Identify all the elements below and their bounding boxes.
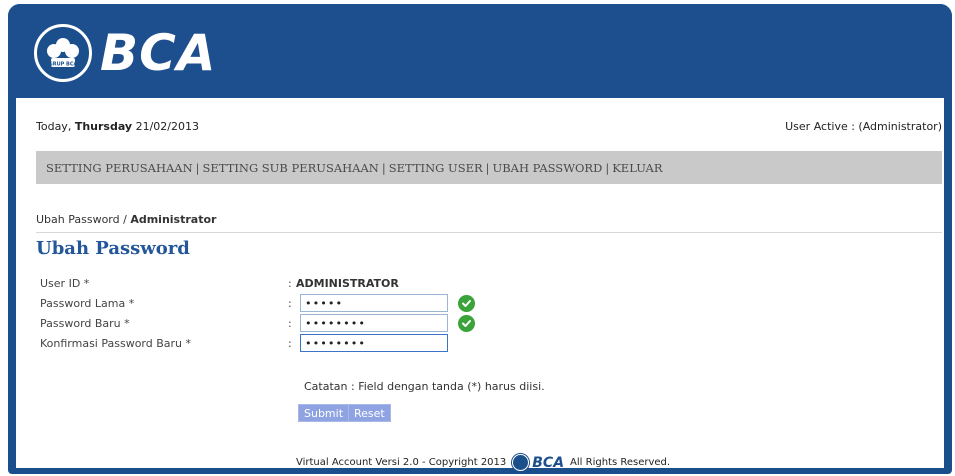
colon: : bbox=[288, 337, 292, 350]
menu-setting-user[interactable]: SETTING USER bbox=[389, 161, 483, 175]
bca-logo: GRUP BCA BCA bbox=[34, 24, 217, 82]
page-title: Ubah Password bbox=[36, 238, 190, 259]
breadcrumb-parent: Ubah Password / bbox=[36, 213, 127, 226]
new-password-label: Password Baru * bbox=[40, 317, 130, 330]
footer-logo-text: BCA bbox=[532, 454, 565, 471]
user-active: User Active : (Administrator) bbox=[785, 120, 942, 133]
menu-separator: | bbox=[605, 161, 610, 175]
header: GRUP BCA BCA bbox=[8, 4, 952, 98]
colon: : bbox=[288, 297, 292, 310]
date-day: Thursday bbox=[74, 120, 133, 133]
menu-separator: | bbox=[485, 161, 490, 175]
bca-emblem-icon bbox=[512, 454, 530, 471]
colon: : bbox=[288, 317, 292, 330]
menu-separator: | bbox=[195, 161, 200, 175]
reset-button[interactable]: Reset bbox=[348, 404, 391, 422]
old-password-label: Password Lama * bbox=[40, 297, 135, 310]
date-prefix: Today, bbox=[36, 120, 72, 133]
menu-setting-perusahaan[interactable]: SETTING PERUSAHAAN bbox=[46, 161, 193, 175]
check-circle-icon bbox=[458, 295, 475, 312]
bca-emblem-icon: GRUP BCA bbox=[34, 24, 92, 82]
footer-logo: BCA bbox=[512, 454, 564, 471]
submit-button[interactable]: Submit bbox=[298, 404, 350, 422]
colon: : bbox=[288, 277, 292, 290]
today-date: Today, Thursday 21/02/2013 bbox=[36, 120, 199, 133]
breadcrumb: Ubah Password / Administrator bbox=[36, 213, 216, 226]
date-value: 21/02/2013 bbox=[135, 120, 199, 133]
menu-ubah-password[interactable]: UBAH PASSWORD bbox=[493, 161, 603, 175]
user-id-value: ADMINISTRATOR bbox=[296, 277, 399, 290]
divider bbox=[36, 232, 942, 233]
old-password-input[interactable]: ••••• bbox=[300, 294, 448, 312]
new-password-input[interactable]: •••••••• bbox=[300, 314, 448, 332]
nav-menu: SETTING PERUSAHAAN | SETTING SUB PERUSAHAA… bbox=[36, 151, 942, 184]
emblem-text: GRUP BCA bbox=[49, 62, 78, 68]
confirm-password-label: Konfirmasi Password Baru * bbox=[40, 337, 192, 350]
footer: Virtual Account Versi 2.0 - Copyright 20… bbox=[296, 454, 670, 471]
breadcrumb-current: Administrator bbox=[130, 213, 217, 226]
footer-copyright: Virtual Account Versi 2.0 - Copyright 20… bbox=[296, 457, 507, 468]
menu-keluar[interactable]: KELUAR bbox=[612, 161, 662, 175]
app-frame: GRUP BCA BCA Today, Thursday 21/02/2013 … bbox=[8, 4, 952, 474]
main-content: Today, Thursday 21/02/2013 User Active :… bbox=[16, 98, 944, 471]
footer-rights: All Rights Reserved. bbox=[570, 457, 671, 468]
form-note: Catatan : Field dengan tanda (*) harus d… bbox=[304, 380, 545, 393]
menu-separator: | bbox=[381, 161, 386, 175]
menu-setting-sub-perusahaan[interactable]: SETTING SUB PERUSAHAAN bbox=[203, 161, 379, 175]
user-id-label: User ID * bbox=[40, 277, 90, 290]
logo-text: BCA bbox=[100, 24, 217, 82]
confirm-password-input[interactable]: •••••••• bbox=[300, 334, 448, 352]
check-circle-icon bbox=[458, 315, 475, 332]
